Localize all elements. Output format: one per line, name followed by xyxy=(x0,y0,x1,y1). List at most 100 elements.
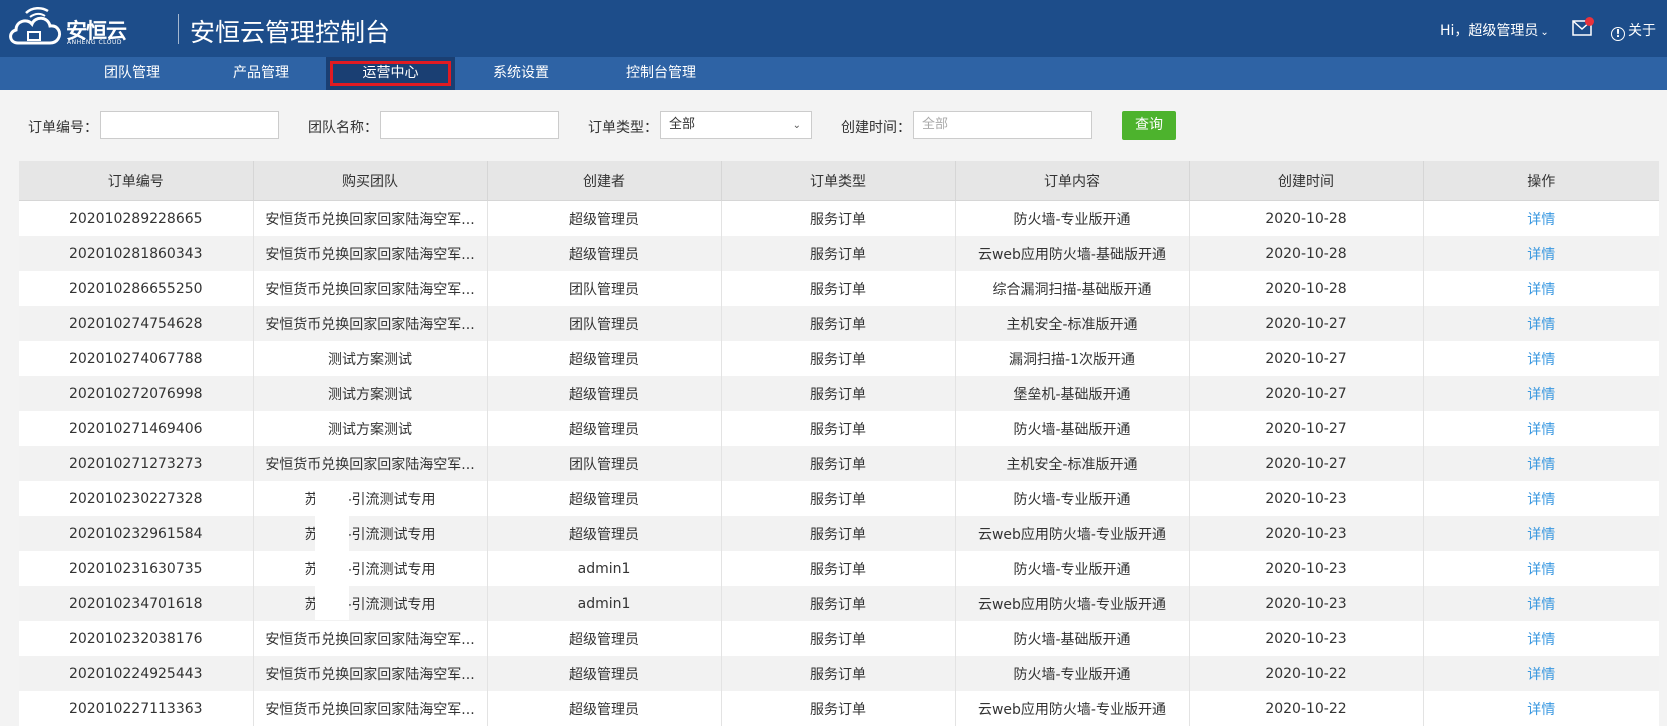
detail-link[interactable]: 详情 xyxy=(1423,621,1659,656)
order-no-cell: 202010224925443 xyxy=(19,656,254,691)
team-cell: 安恒货币兑换回家回家陆海空军... xyxy=(253,656,488,691)
column-header[interactable]: 购买团队 xyxy=(253,161,488,201)
column-header[interactable]: 订单内容 xyxy=(955,161,1190,201)
detail-link[interactable]: 详情 xyxy=(1423,306,1659,341)
detail-link[interactable]: 详情 xyxy=(1423,376,1659,411)
table-row[interactable]: 202010289228665 安恒货币兑换回家回家陆海空军... 超级管理员 服务订… xyxy=(19,200,1659,237)
created-time-cell: 2020-10-23 xyxy=(1189,551,1424,586)
column-header[interactable]: 订单编号 xyxy=(19,161,254,201)
table-row[interactable]: 202010224925443 安恒货币兑换回家回家陆海空军... 超级管理员 服务订… xyxy=(19,656,1659,691)
order-no-cell: 202010286655250 xyxy=(19,271,254,306)
nav-item-label: 团队管理 xyxy=(104,65,160,81)
order-no-cell: 202010227113363 xyxy=(19,691,254,726)
order-type-select[interactable]: 全部 ⌄ xyxy=(660,111,812,139)
detail-link[interactable]: 详情 xyxy=(1423,411,1659,446)
order-no-cell: 202010272076998 xyxy=(19,376,254,411)
order-type-cell: 服务订单 xyxy=(721,376,956,411)
orders-table: 订单编号 购买团队 创建者 订单类型 订单内容 创建时间 操作 20201028… xyxy=(19,161,1659,726)
team-cell: 安恒货币兑换回家回家陆海空军... xyxy=(253,691,488,726)
table-row[interactable]: 202010286655250 安恒货币兑换回家回家陆海空军... 团队管理员 服务订… xyxy=(19,271,1659,306)
order-type-cell: 服务订单 xyxy=(721,621,956,656)
team-cell: 安恒货币兑换回家回家陆海空军... xyxy=(253,200,488,236)
creator-cell: 超级管理员 xyxy=(487,200,722,236)
logo[interactable]: 安恒云 ANHENG CLOUD xyxy=(6,5,128,49)
order-content-cell: 云web应用防火墙-基础版开通 xyxy=(955,236,1190,271)
table-row[interactable]: 202010281860343 安恒货币兑换回家回家陆海空军... 超级管理员 服务订… xyxy=(19,236,1659,271)
created-time-cell: 2020-10-27 xyxy=(1189,376,1424,411)
info-icon: ! xyxy=(1611,27,1625,41)
detail-link[interactable]: 详情 xyxy=(1423,481,1659,516)
table-row[interactable]: 202010271273273 安恒货币兑换回家回家陆海空军... 团队管理员 服务订… xyxy=(19,446,1659,481)
nav-item-system-settings[interactable]: 系统设置 xyxy=(476,57,566,90)
order-content-cell: 堡垒机-基础版开通 xyxy=(955,376,1190,411)
order-no-cell: 202010271273273 xyxy=(19,446,254,481)
notification-dot xyxy=(1585,17,1594,26)
order-no-cell: 202010231630735 xyxy=(19,551,254,586)
creator-cell: 超级管理员 xyxy=(487,341,722,376)
about-link[interactable]: ! 关于 xyxy=(1611,20,1656,41)
order-no-input[interactable] xyxy=(100,111,279,139)
creator-cell: 团队管理员 xyxy=(487,271,722,306)
table-row[interactable]: 202010274067788 测试方案测试 超级管理员 服务订单 漏洞扫描-1次版开通… xyxy=(19,341,1659,376)
detail-link[interactable]: 详情 xyxy=(1423,446,1659,481)
created-time-cell: 2020-10-23 xyxy=(1189,516,1424,551)
created-time-cell: 2020-10-28 xyxy=(1189,271,1424,306)
table-row[interactable]: 202010230227328 苏 -引流测试专用 超级管理员 服务订单 防火墙-专业版… xyxy=(19,481,1659,516)
order-content-cell: 防火墙-专业版开通 xyxy=(955,200,1190,236)
order-content-cell: 综合漏洞扫描-基础版开通 xyxy=(955,271,1190,306)
table-row[interactable]: 202010227113363 安恒货币兑换回家回家陆海空军... 超级管理员 服务订… xyxy=(19,691,1659,726)
order-no-cell: 202010232961584 xyxy=(19,516,254,551)
order-content-cell: 漏洞扫描-1次版开通 xyxy=(955,341,1190,376)
created-time-input[interactable]: 全部 xyxy=(913,111,1092,139)
order-content-cell: 云web应用防火墙-专业版开通 xyxy=(955,516,1190,551)
detail-link[interactable]: 详情 xyxy=(1423,201,1659,237)
nav-item-operations[interactable]: 运营中心 xyxy=(326,57,455,90)
team-cell: 安恒货币兑换回家回家陆海空军... xyxy=(253,271,488,306)
user-greeting: Hi，超级管理员 xyxy=(1440,23,1539,39)
order-no-cell: 202010274067788 xyxy=(19,341,254,376)
detail-link[interactable]: 详情 xyxy=(1423,551,1659,586)
column-header[interactable]: 创建时间 xyxy=(1189,161,1424,201)
nav-item-console-management[interactable]: 控制台管理 xyxy=(608,57,714,90)
logo-subtitle: ANHENG CLOUD xyxy=(67,39,122,46)
table-row[interactable]: 202010271469406 测试方案测试 超级管理员 服务订单 防火墙-基础版开通 2… xyxy=(19,411,1659,446)
detail-link[interactable]: 详情 xyxy=(1423,516,1659,551)
table-row[interactable]: 202010234701618 苏 -引流测试专用 admin1 服务订单 云web应用… xyxy=(19,586,1659,621)
created-time-cell: 2020-10-28 xyxy=(1189,236,1424,271)
user-menu[interactable]: Hi，超级管理员 ⌄ xyxy=(1440,20,1549,40)
detail-link[interactable]: 详情 xyxy=(1423,656,1659,691)
order-no-cell: 202010281860343 xyxy=(19,236,254,271)
table-row[interactable]: 202010232961584 苏 -引流测试专用 超级管理员 服务订单 云web应用防… xyxy=(19,516,1659,551)
detail-link[interactable]: 详情 xyxy=(1423,271,1659,306)
order-type-cell: 服务订单 xyxy=(721,271,956,306)
table-row[interactable]: 202010272076998 测试方案测试 超级管理员 服务订单 堡垒机-基础版开通 2… xyxy=(19,376,1659,411)
detail-link[interactable]: 详情 xyxy=(1423,236,1659,271)
query-button[interactable]: 查询 xyxy=(1122,111,1176,140)
column-header[interactable]: 创建者 xyxy=(487,161,722,201)
created-time-cell: 2020-10-22 xyxy=(1189,656,1424,691)
detail-link[interactable]: 详情 xyxy=(1423,691,1659,726)
table-row[interactable]: 202010231630735 苏 -引流测试专用 admin1 服务订单 防火墙-专业… xyxy=(19,551,1659,586)
team-cell: 安恒货币兑换回家回家陆海空军... xyxy=(253,236,488,271)
table-row[interactable]: 202010274754628 安恒货币兑换回家回家陆海空军... 团队管理员 服务订… xyxy=(19,306,1659,341)
order-no-cell: 202010274754628 xyxy=(19,306,254,341)
order-content-cell: 防火墙-专业版开通 xyxy=(955,551,1190,586)
table-header-row: 订单编号 购买团队 创建者 订单类型 订单内容 创建时间 操作 xyxy=(19,161,1659,201)
column-header[interactable]: 订单类型 xyxy=(721,161,956,201)
order-type-cell: 服务订单 xyxy=(721,341,956,376)
team-name-input[interactable] xyxy=(380,111,559,139)
creator-cell: 超级管理员 xyxy=(487,656,722,691)
nav-item-label: 产品管理 xyxy=(233,65,289,81)
nav-item-label: 系统设置 xyxy=(493,65,549,81)
nav-item-product[interactable]: 产品管理 xyxy=(216,57,306,90)
order-no-cell: 202010230227328 xyxy=(19,481,254,516)
order-type-cell: 服务订单 xyxy=(721,516,956,551)
detail-link[interactable]: 详情 xyxy=(1423,586,1659,621)
nav-item-team[interactable]: 团队管理 xyxy=(87,57,177,90)
detail-link[interactable]: 详情 xyxy=(1423,341,1659,376)
table-row[interactable]: 202010232038176 安恒货币兑换回家回家陆海空军... 超级管理员 服务订… xyxy=(19,621,1659,656)
team-cell: 安恒货币兑换回家回家陆海空军... xyxy=(253,446,488,481)
column-header[interactable]: 操作 xyxy=(1423,161,1659,201)
order-content-cell: 防火墙-专业版开通 xyxy=(955,481,1190,516)
created-time-cell: 2020-10-27 xyxy=(1189,306,1424,341)
